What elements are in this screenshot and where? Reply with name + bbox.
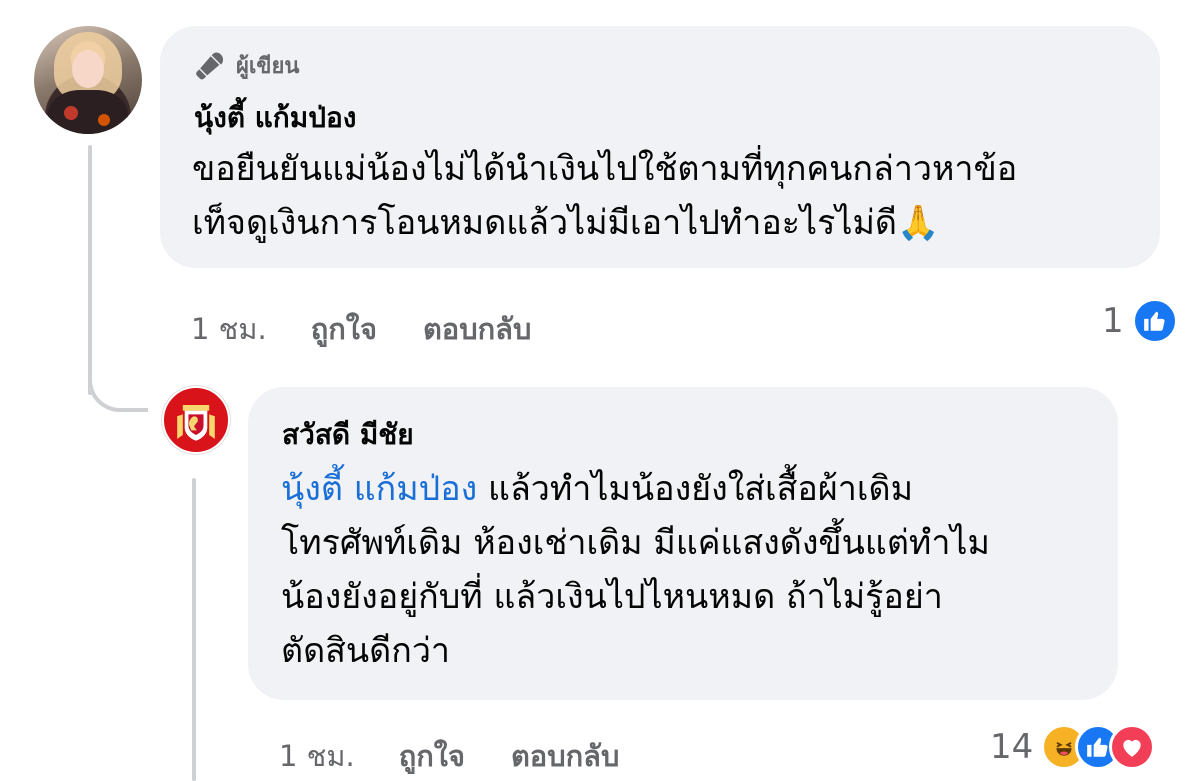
reaction-count: 1 [1102, 301, 1124, 341]
reaction-summary[interactable]: 1 [1102, 298, 1178, 344]
author-badge-label: ผู้เขียน [236, 54, 300, 79]
comment-actions: 1 ชม. ถูกใจ ตอบกลับ [279, 733, 619, 779]
comment-text-line: ขอยืนยันแม่น้องไม่ได้นำเงินไปใช้ตามที่ทุ… [192, 149, 1018, 189]
avatar-author[interactable] [34, 26, 142, 134]
love-icon [1109, 724, 1156, 770]
commenter-name[interactable]: นุ้งตี้ แก้มป่อง [194, 96, 356, 140]
comment-actions: 1 ชม. ถูกใจ ตอบกลับ [191, 306, 531, 352]
thread-line-reply [192, 478, 196, 781]
timestamp[interactable]: 1 ชม. [279, 733, 355, 779]
like-icon [1131, 298, 1178, 344]
author-badge: ผู้เขียน [194, 48, 299, 83]
reply-button[interactable]: ตอบกลับ [423, 306, 531, 352]
microphone-icon [196, 52, 224, 79]
comment-text-line: โทรศัพท์เดิม ห้องเช่าเดิม มีแค่แสงดังขึ้… [281, 523, 990, 563]
timestamp[interactable]: 1 ชม. [191, 306, 267, 352]
comment-text: ขอยืนยันแม่น้องไม่ได้นำเงินไปใช้ตามที่ทุ… [192, 142, 1152, 250]
thread-line [88, 145, 92, 395]
comment-text-line: น้องยังอยู่กับที่ แล้วเงินไปไหนหมด ถ้าไม… [281, 577, 943, 617]
comment-text-line: เท็จดูเงินการโอนหมดแล้วไม่มีเอาไปทำอะไรไ… [192, 203, 940, 243]
reaction-count: 14 [990, 727, 1034, 767]
mention-link[interactable]: นุ้งตี้ แก้มป่อง [281, 469, 477, 509]
like-button[interactable]: ถูกใจ [399, 733, 465, 779]
avatar-replier[interactable] [162, 386, 230, 454]
comment-text: นุ้งตี้ แก้มป่อง แล้วทำไมน้องยังใส่เสื้อ… [281, 462, 1101, 678]
liverpool-crest-icon [165, 389, 227, 451]
like-button[interactable]: ถูกใจ [311, 306, 377, 352]
comment-text-fragment: แล้วทำไมน้องยังใส่เสื้อผ้าเดิม [477, 469, 913, 509]
comment-text-line: ตัดสินดีกว่า [281, 631, 451, 671]
commenter-name[interactable]: สวัสดี มีชัย [282, 413, 414, 457]
comment-text-line: นุ้งตี้ แก้มป่อง แล้วทำไมน้องยังใส่เสื้อ… [281, 462, 1101, 516]
reaction-summary[interactable]: 14 [990, 724, 1156, 770]
reply-button[interactable]: ตอบกลับ [511, 733, 619, 779]
thread-branch [88, 360, 148, 412]
